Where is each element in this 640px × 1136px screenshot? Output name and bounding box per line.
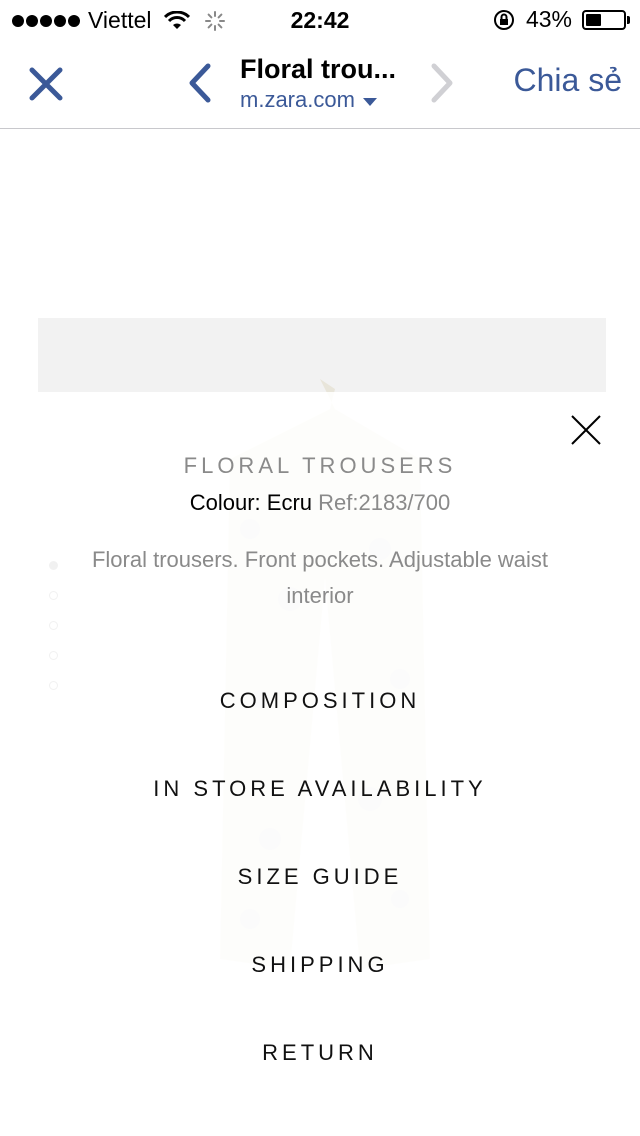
battery-icon <box>582 9 630 30</box>
close-info-icon[interactable] <box>570 414 602 446</box>
menu-return[interactable]: RETURN <box>0 1040 640 1066</box>
url-display[interactable]: m.zara.com <box>240 87 420 113</box>
product-colour: Colour: Ecru <box>189 490 313 515</box>
status-bar: Viettel 22:42 43% <box>0 0 640 40</box>
battery-percent: 43% <box>525 6 572 32</box>
url-text: m.zara.com <box>240 87 355 112</box>
rotation-lock-icon <box>493 9 514 30</box>
back-chevron-icon[interactable] <box>186 62 214 104</box>
web-content <box>0 129 640 1136</box>
product-ref: Ref:2183/700 <box>318 490 451 515</box>
browser-nav-bar: Floral trou... m.zara.com Chia sẻ <box>0 40 640 129</box>
menu-size-guide[interactable]: SIZE GUIDE <box>0 864 640 890</box>
share-button[interactable]: Chia sẻ <box>514 62 623 99</box>
forward-chevron-icon[interactable] <box>428 62 456 104</box>
product-colour-ref: Colour: Ecru Ref:2183/700 <box>0 490 640 516</box>
product-description: Floral trousers. Front pockets. Adjustab… <box>91 547 549 608</box>
close-icon[interactable] <box>28 66 64 102</box>
menu-in-store-availability[interactable]: IN STORE AVAILABILITY <box>0 776 640 802</box>
status-right: 43% <box>492 6 630 33</box>
product-title: FLORAL TROUSERS <box>183 453 457 478</box>
page-title: Floral trou... <box>240 54 397 84</box>
page-title-block[interactable]: Floral trou... m.zara.com <box>240 54 420 113</box>
menu-composition[interactable]: COMPOSITION <box>0 688 640 714</box>
menu-shipping[interactable]: SHIPPING <box>0 952 640 978</box>
caret-down-icon <box>362 97 377 106</box>
